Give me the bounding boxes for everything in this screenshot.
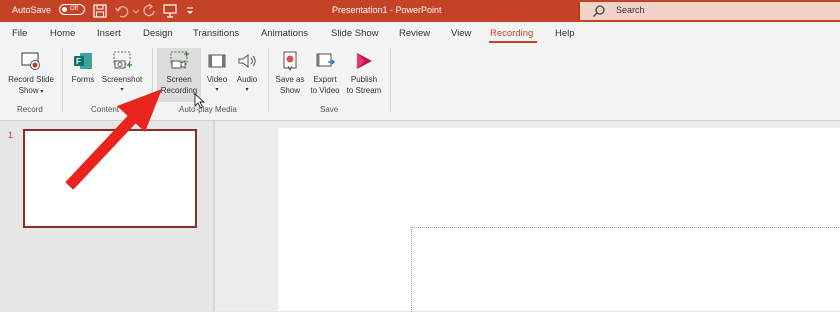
screen-recording-icon (170, 51, 189, 69)
group-label-auto-play-media: Auto-play Media (179, 105, 237, 114)
screen-recording-label: Screen (166, 75, 192, 84)
tab-transitions[interactable]: Transitions (193, 28, 239, 39)
record-slide-show-label-2: Show (18, 86, 39, 95)
audio-button[interactable]: Audio ▾ (233, 50, 261, 96)
group-separator (62, 48, 63, 112)
tab-file[interactable]: File (12, 28, 27, 39)
publish-to-stream-label: Publish (350, 75, 378, 84)
autosave-state: Off (70, 6, 78, 12)
search-box[interactable]: Search (578, 2, 840, 20)
forms-label: Forms (71, 75, 95, 84)
document-title: Presentation1 - PowerPoint (332, 5, 442, 15)
export-to-video-icon (316, 53, 335, 67)
forms-button[interactable]: F Forms (67, 50, 99, 85)
customize-quick-access-icon[interactable] (182, 3, 198, 19)
group-separator (390, 48, 391, 112)
export-to-video-label-2: to Video (310, 86, 340, 95)
ribbon-tabs: File Home Insert Design Transitions Anim… (0, 22, 840, 44)
screenshot-label: Screenshot (101, 75, 143, 84)
group-label-content: Content (91, 105, 120, 114)
record-slide-show-label: Record Slide (8, 75, 54, 84)
autosave-toggle[interactable]: Off (59, 4, 85, 15)
slide-thumbnail-pane: 1 (0, 121, 213, 311)
search-icon (593, 5, 605, 17)
group-separator (268, 48, 269, 112)
content-placeholder[interactable] (411, 227, 840, 312)
export-to-video-button[interactable]: Export to Video (307, 50, 343, 96)
active-tab-indicator (489, 41, 537, 43)
audio-label: Audio (236, 75, 258, 84)
video-button[interactable]: Video ▾ (203, 50, 231, 96)
publish-to-stream-label-2: to Stream (346, 86, 382, 95)
chevron-down-icon: ▾ (120, 87, 124, 93)
mouse-cursor-icon (194, 93, 206, 109)
present-from-beginning-icon[interactable] (162, 3, 178, 19)
group-label-record: Record (17, 105, 43, 114)
slide-thumbnail[interactable] (23, 129, 197, 228)
publish-to-stream-button[interactable]: Publish to Stream (343, 50, 385, 96)
tab-slide-show[interactable]: Slide Show (331, 28, 379, 39)
tab-help[interactable]: Help (555, 28, 575, 39)
svg-text:F: F (76, 57, 81, 66)
save-icon[interactable] (92, 3, 108, 19)
export-to-video-label: Export (313, 75, 337, 84)
record-slide-show-icon (21, 52, 40, 70)
save-as-show-label: Save as (275, 75, 305, 84)
video-icon (208, 54, 226, 68)
video-label: Video (206, 75, 228, 84)
tab-recording[interactable]: Recording (490, 28, 533, 39)
search-placeholder: Search (616, 5, 645, 15)
autosave-label: AutoSave (12, 5, 52, 15)
forms-icon: F (74, 53, 92, 69)
screenshot-icon (113, 51, 132, 69)
save-as-show-button[interactable]: Save as Show (273, 50, 307, 96)
record-slide-show-button[interactable]: Record Slide Show ▾ (4, 50, 58, 98)
chevron-down-icon: ▾ (38, 89, 44, 95)
screenshot-button[interactable]: Screenshot ▾ (99, 50, 145, 96)
title-bar: AutoSave Off Presentation1 - PowerPoint … (0, 0, 840, 22)
save-as-show-label-2: Show (279, 86, 300, 95)
toggle-knob (62, 7, 67, 12)
tab-design[interactable]: Design (143, 28, 173, 39)
ribbon: Record Slide Show ▾ Record F Forms Scree… (0, 44, 840, 121)
chevron-down-icon: ▾ (215, 87, 219, 93)
redo-icon[interactable] (142, 3, 158, 19)
chevron-down-icon: ▾ (245, 87, 249, 93)
tab-insert[interactable]: Insert (97, 28, 121, 39)
group-label-save: Save (320, 105, 339, 114)
save-as-show-icon (283, 51, 297, 72)
tab-home[interactable]: Home (50, 28, 75, 39)
audio-icon (238, 53, 256, 69)
tab-review[interactable]: Review (399, 28, 430, 39)
tab-animations[interactable]: Animations (261, 28, 308, 39)
slide-number: 1 (8, 130, 14, 140)
publish-to-stream-icon (357, 53, 372, 69)
group-separator (152, 48, 153, 112)
tab-view[interactable]: View (451, 28, 471, 39)
